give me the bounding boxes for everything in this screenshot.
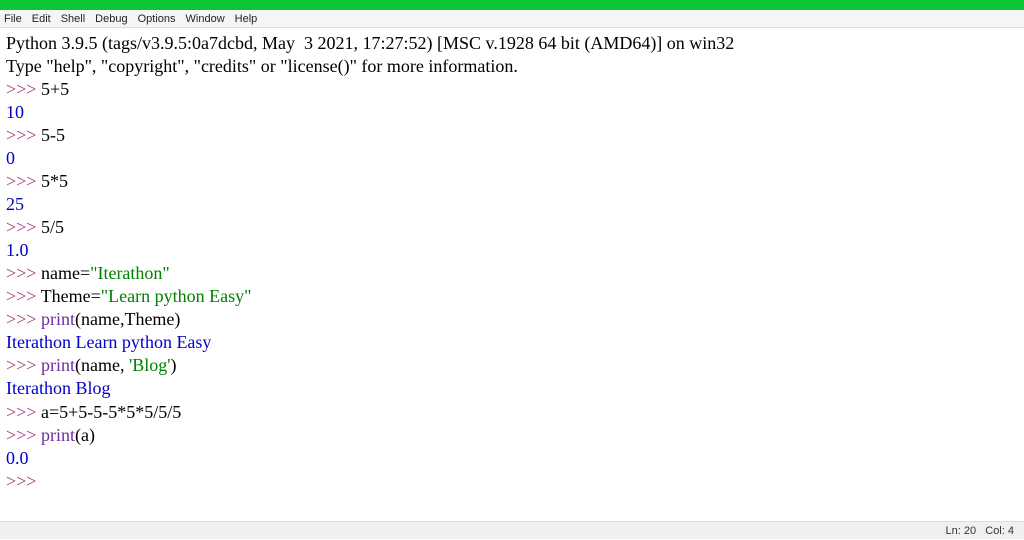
shell-output[interactable]: Python 3.9.5 (tags/v3.9.5:0a7dcbd, May 3… xyxy=(0,28,1024,518)
prompt: >>> xyxy=(6,309,36,329)
input-line: >>> a=5+5-5-5*5*5/5/5 xyxy=(6,401,1018,424)
output-line: Iterathon Blog xyxy=(6,377,1018,400)
status-col: Col: 4 xyxy=(985,525,1014,537)
input-line[interactable]: >>> xyxy=(6,470,1018,493)
output-line: Iterathon Learn python Easy xyxy=(6,331,1018,354)
builtin-call: print xyxy=(41,425,75,445)
code: (name, xyxy=(75,355,129,375)
input-line: >>> 5+5 xyxy=(6,78,1018,101)
prompt: >>> xyxy=(6,125,36,145)
prompt: >>> xyxy=(6,171,36,191)
output-line: 10 xyxy=(6,101,1018,124)
menu-edit[interactable]: Edit xyxy=(32,13,51,25)
output-line: 0.0 xyxy=(6,447,1018,470)
window-titlebar xyxy=(0,0,1024,10)
input-line: >>> print(name, 'Blog') xyxy=(6,354,1018,377)
input-line: >>> name="Iterathon" xyxy=(6,262,1018,285)
string-literal: 'Blog' xyxy=(129,355,171,375)
prompt: >>> xyxy=(6,217,36,237)
menu-options[interactable]: Options xyxy=(138,13,176,25)
string-literal: "Iterathon" xyxy=(90,263,170,283)
code: (a) xyxy=(75,425,95,445)
code: name= xyxy=(36,263,90,283)
cursor[interactable] xyxy=(36,471,41,491)
banner-line: Type "help", "copyright", "credits" or "… xyxy=(6,55,1018,78)
output-line: 1.0 xyxy=(6,239,1018,262)
code: a=5+5-5-5*5*5/5/5 xyxy=(36,402,181,422)
menu-shell[interactable]: Shell xyxy=(61,13,85,25)
prompt: >>> xyxy=(6,425,36,445)
builtin-call: print xyxy=(41,309,75,329)
code: Theme= xyxy=(36,286,100,306)
prompt: >>> xyxy=(6,286,36,306)
output-line: 25 xyxy=(6,193,1018,216)
code: 5*5 xyxy=(36,171,68,191)
statusbar: Ln: 20 Col: 4 xyxy=(0,521,1024,539)
input-line: >>> 5*5 xyxy=(6,170,1018,193)
menubar: File Edit Shell Debug Options Window Hel… xyxy=(0,10,1024,28)
code: 5-5 xyxy=(36,125,65,145)
status-ln: Ln: 20 xyxy=(945,525,976,537)
input-line: >>> Theme="Learn python Easy" xyxy=(6,285,1018,308)
input-line: >>> 5/5 xyxy=(6,216,1018,239)
prompt: >>> xyxy=(6,471,36,491)
menu-help[interactable]: Help xyxy=(235,13,258,25)
output-line: 0 xyxy=(6,147,1018,170)
code: 5/5 xyxy=(36,217,64,237)
code: (name,Theme) xyxy=(75,309,180,329)
menu-debug[interactable]: Debug xyxy=(95,13,127,25)
input-line: >>> print(a) xyxy=(6,424,1018,447)
string-literal: "Learn python Easy" xyxy=(101,286,252,306)
prompt: >>> xyxy=(6,263,36,283)
prompt: >>> xyxy=(6,79,36,99)
banner-line: Python 3.9.5 (tags/v3.9.5:0a7dcbd, May 3… xyxy=(6,32,1018,55)
menu-window[interactable]: Window xyxy=(186,13,225,25)
code: ) xyxy=(170,355,176,375)
prompt: >>> xyxy=(6,402,36,422)
input-line: >>> 5-5 xyxy=(6,124,1018,147)
builtin-call: print xyxy=(41,355,75,375)
menu-file[interactable]: File xyxy=(4,13,22,25)
prompt: >>> xyxy=(6,355,36,375)
input-line: >>> print(name,Theme) xyxy=(6,308,1018,331)
code: 5+5 xyxy=(36,79,69,99)
